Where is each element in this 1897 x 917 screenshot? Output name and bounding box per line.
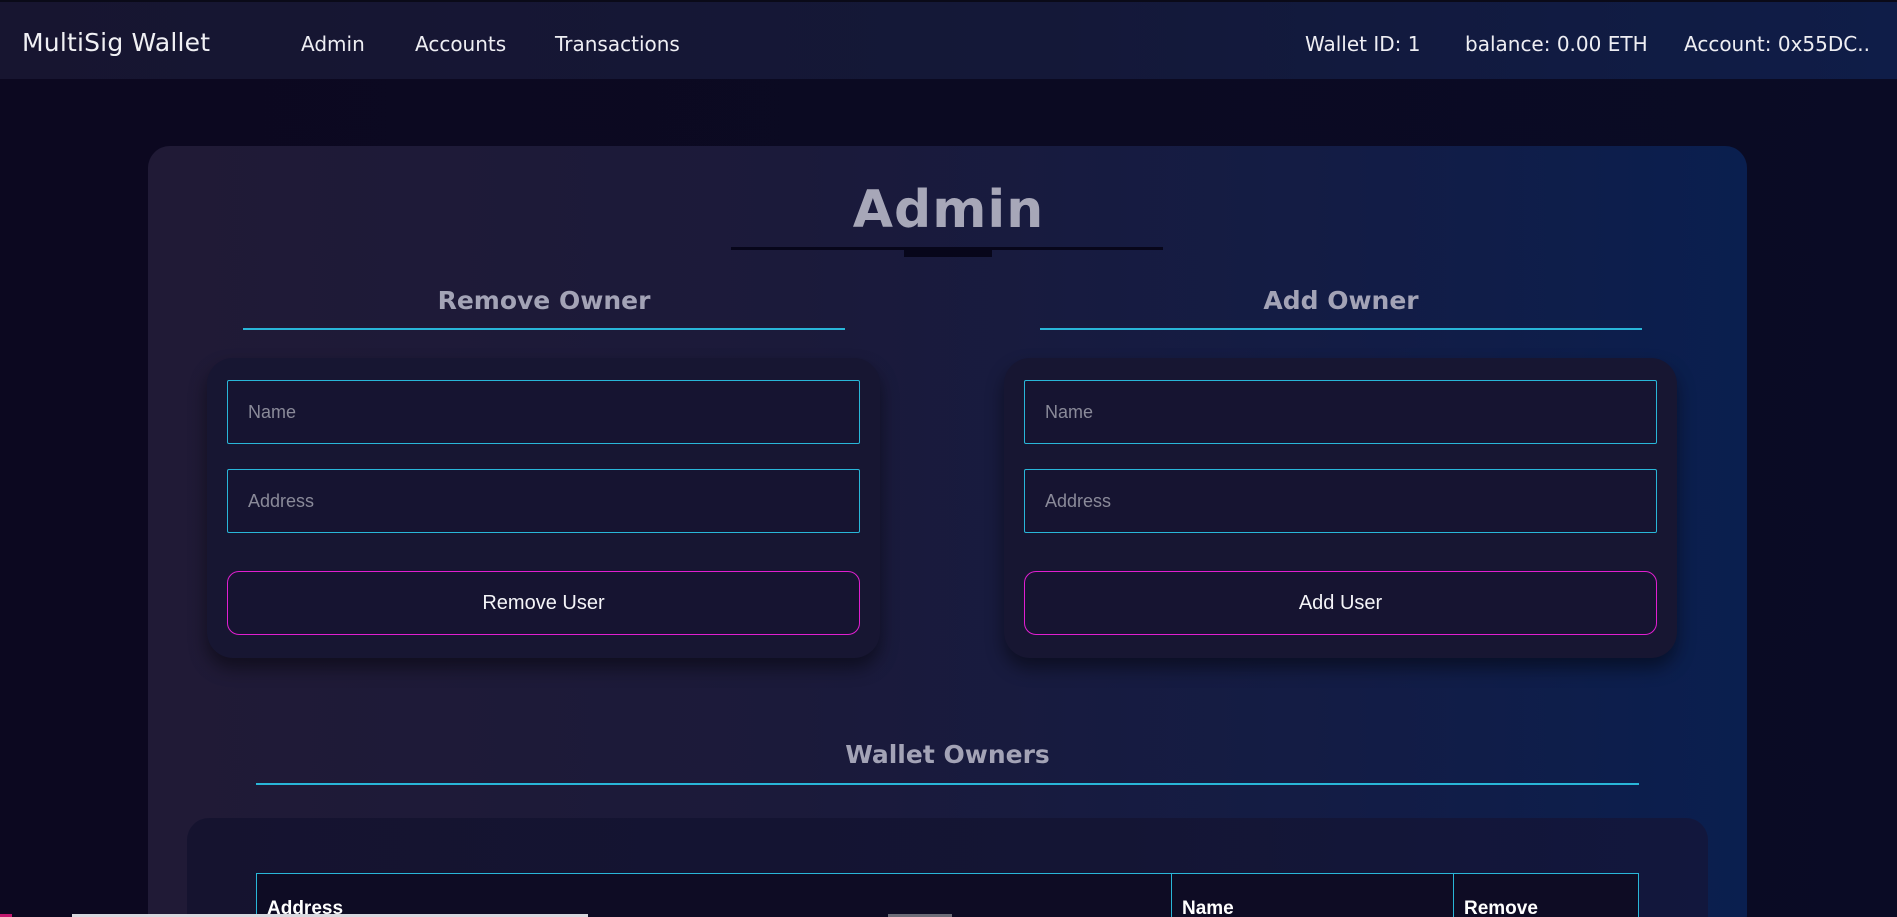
top-navbar: MultiSig Wallet Admin Accounts Transacti…: [0, 0, 1897, 79]
add-owner-address-input[interactable]: [1024, 469, 1657, 533]
account-display: Account: 0x55DC..: [1684, 32, 1870, 56]
add-owner-form: Add User: [1004, 358, 1677, 658]
wallet-id-display: Wallet ID: 1: [1305, 32, 1421, 56]
remove-user-button[interactable]: Remove User: [227, 571, 860, 635]
nav-link-admin[interactable]: Admin: [301, 32, 365, 56]
nav-link-transactions[interactable]: Transactions: [555, 32, 680, 56]
add-owner-heading: Add Owner: [1263, 286, 1419, 315]
remove-owner-heading: Remove Owner: [437, 286, 651, 315]
balance-display: balance: 0.00 ETH: [1465, 32, 1648, 56]
wallet-owners-heading: Wallet Owners: [845, 740, 1050, 769]
remove-owner-name-input[interactable]: [227, 380, 860, 444]
column-header-remove: Remove: [1464, 898, 1538, 917]
page: MultiSig Wallet Admin Accounts Transacti…: [0, 0, 1897, 917]
wallet-owners-table: Address Name Remove: [256, 873, 1639, 917]
column-header-name: Name: [1172, 874, 1454, 917]
column-header-address: Address: [257, 874, 1172, 917]
title-divider-accent: [904, 249, 992, 257]
wallet-owners-divider: [256, 783, 1639, 785]
remove-owner-form: Remove User: [207, 358, 880, 658]
remove-owner-divider: [243, 328, 845, 330]
add-owner-divider: [1040, 328, 1642, 330]
add-user-button[interactable]: Add User: [1024, 571, 1657, 635]
remove-owner-address-input[interactable]: [227, 469, 860, 533]
brand-title[interactable]: MultiSig Wallet: [22, 28, 210, 57]
nav-link-accounts[interactable]: Accounts: [415, 32, 506, 56]
add-owner-name-input[interactable]: [1024, 380, 1657, 444]
page-title: Admin: [852, 180, 1045, 240]
